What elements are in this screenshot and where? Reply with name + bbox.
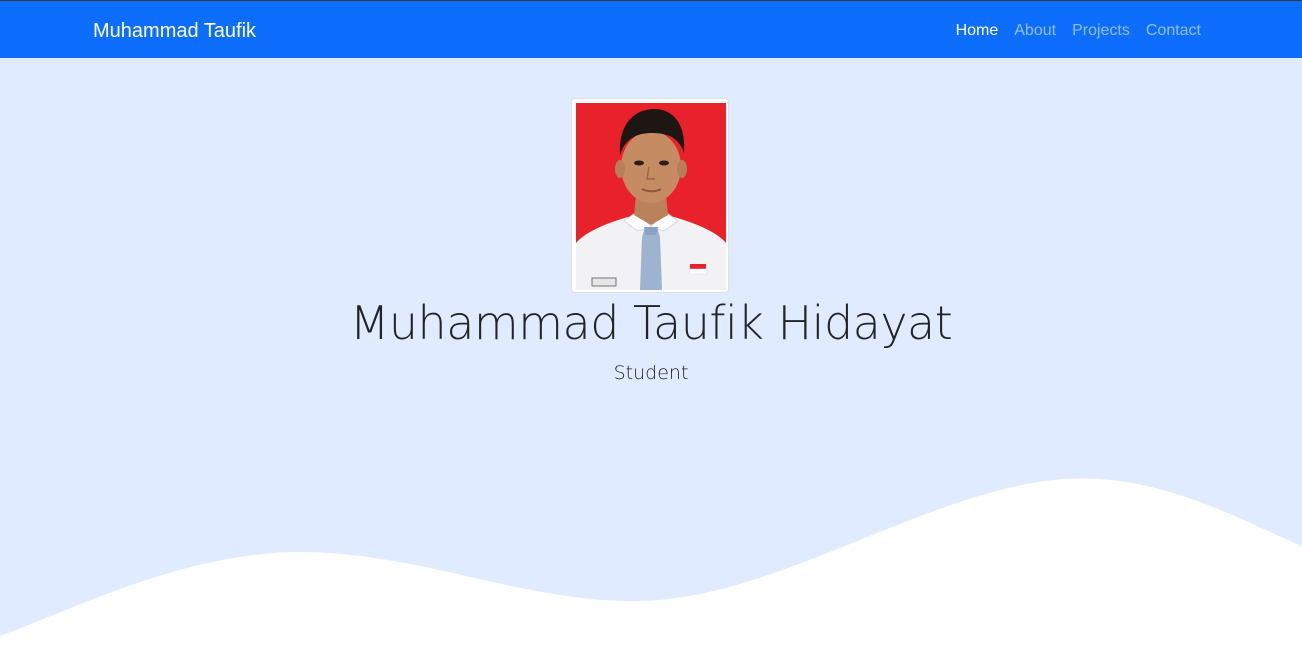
profile-role: Student <box>613 362 689 384</box>
navbar-brand[interactable]: Muhammad Taufik <box>93 19 256 43</box>
profile-name: Muhammad Taufik Hidayat <box>349 296 953 350</box>
nav-link-about[interactable]: About <box>1014 19 1056 43</box>
profile-photo <box>571 98 729 293</box>
nav-link-contact[interactable]: Contact <box>1146 19 1201 43</box>
nav-link-projects[interactable]: Projects <box>1072 19 1130 43</box>
navbar: Muhammad Taufik Home About Projects Cont… <box>0 1 1302 58</box>
jumbotron: Muhammad Taufik Hidayat Student <box>0 58 1302 658</box>
nav-links: Home About Projects Contact <box>956 19 1201 43</box>
nav-link-home[interactable]: Home <box>956 19 999 43</box>
profile-portrait-image <box>576 103 726 290</box>
